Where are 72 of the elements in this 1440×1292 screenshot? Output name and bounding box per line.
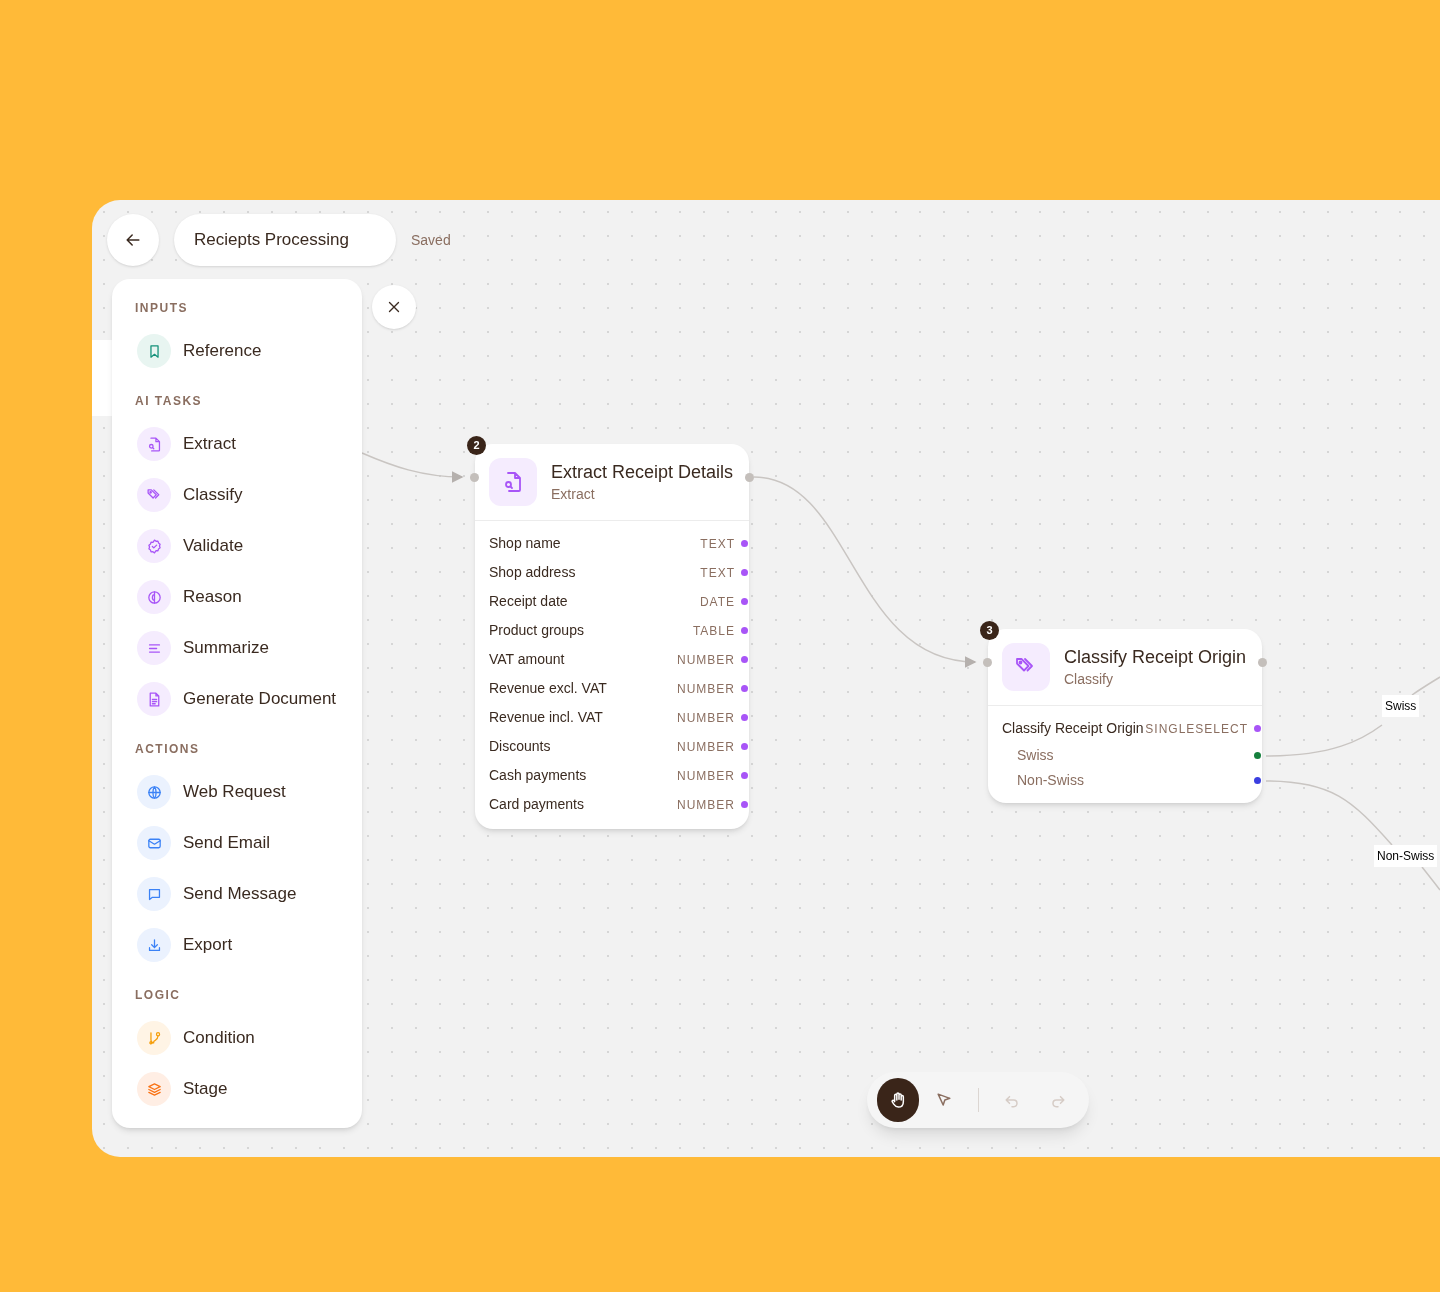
section-heading: INPUTS	[135, 300, 189, 317]
input-port[interactable]	[983, 658, 992, 667]
edge-label: Non-Swiss	[1374, 845, 1438, 867]
field-name: Revenue excl. VAT	[489, 679, 607, 698]
palette-item[interactable]: Validate	[183, 533, 244, 559]
workflow-title[interactable]: Reciepts Processing	[174, 214, 396, 266]
edge-label: Swiss	[1382, 695, 1420, 717]
step-badge: 2	[467, 436, 486, 455]
layers-icon	[145, 1080, 163, 1098]
section-heading: LOGIC	[135, 987, 182, 1004]
field-type: NUMBER	[677, 738, 735, 756]
palette-item[interactable]: Classify	[183, 482, 243, 508]
close-button[interactable]	[372, 285, 416, 329]
output-port[interactable]	[741, 801, 748, 808]
field-type: SINGLESELECT	[1145, 720, 1248, 738]
node-title: Extract Receipt Details	[551, 461, 734, 484]
field-name: Receipt date	[489, 592, 568, 611]
node-title: Classify Receipt Origin	[1064, 646, 1247, 669]
palette-item[interactable]: Extract	[183, 431, 236, 457]
option-label: Non-Swiss	[1017, 771, 1084, 790]
input-port[interactable]	[470, 473, 479, 482]
field-type: NUMBER	[677, 651, 735, 669]
output-port[interactable]	[741, 598, 748, 605]
field-type: NUMBER	[677, 680, 735, 698]
palette-item[interactable]: Summarize	[183, 635, 269, 661]
output-port[interactable]	[741, 569, 748, 576]
field-name: Discounts	[489, 737, 551, 756]
palette-item[interactable]: Stage	[183, 1076, 228, 1102]
output-port[interactable]	[741, 772, 748, 779]
node-subtitle: Classify	[1064, 670, 1114, 689]
step-badge: 3	[980, 621, 999, 640]
field-name: Classify Receipt Origin	[1002, 719, 1144, 738]
palette-item[interactable]: Reason	[183, 584, 242, 610]
output-port[interactable]	[741, 627, 748, 634]
field-name: Revenue incl. VAT	[489, 708, 603, 727]
field-type: TABLE	[692, 622, 735, 640]
badge-check-icon	[145, 537, 163, 555]
field-name: Product groups	[489, 621, 584, 640]
section-heading: AI TASKS	[135, 393, 204, 410]
field-type: NUMBER	[677, 709, 735, 727]
field-type: NUMBER	[677, 767, 735, 785]
globe-icon	[145, 783, 163, 801]
field-type: NUMBER	[677, 796, 735, 814]
palette-item[interactable]: Export	[183, 932, 233, 958]
field-type: DATE	[699, 593, 735, 611]
section-heading: ACTIONS	[135, 741, 201, 758]
field-name: Shop address	[489, 563, 576, 582]
output-port[interactable]	[741, 714, 748, 721]
field-type: TEXT	[700, 535, 735, 553]
field-type: TEXT	[700, 564, 735, 582]
palette-item[interactable]: Send Message	[183, 881, 297, 907]
output-port[interactable]	[741, 540, 748, 547]
output-port[interactable]	[741, 656, 748, 663]
palette-item[interactable]: Condition	[183, 1025, 255, 1051]
output-port[interactable]	[1254, 777, 1261, 784]
palette-item[interactable]: Send Email	[183, 830, 270, 856]
output-port[interactable]	[1254, 752, 1261, 759]
field-name: Cash payments	[489, 766, 587, 785]
save-status: Saved	[411, 230, 451, 250]
option-label: Swiss	[1017, 746, 1054, 765]
palette-item[interactable]: Web Request	[183, 779, 286, 805]
output-port[interactable]	[741, 743, 748, 750]
hand-tool-button[interactable]	[877, 1078, 920, 1122]
output-port[interactable]	[741, 685, 748, 692]
field-name: Card payments	[489, 795, 584, 814]
output-port[interactable]	[1254, 725, 1261, 732]
field-name: VAT amount	[489, 650, 565, 669]
field-name: Shop name	[489, 534, 561, 553]
brain-icon	[145, 588, 163, 606]
palette-item[interactable]: Generate Document	[183, 686, 337, 712]
palette-item[interactable]: Reference	[183, 338, 262, 364]
node-subtitle: Extract	[551, 485, 596, 504]
